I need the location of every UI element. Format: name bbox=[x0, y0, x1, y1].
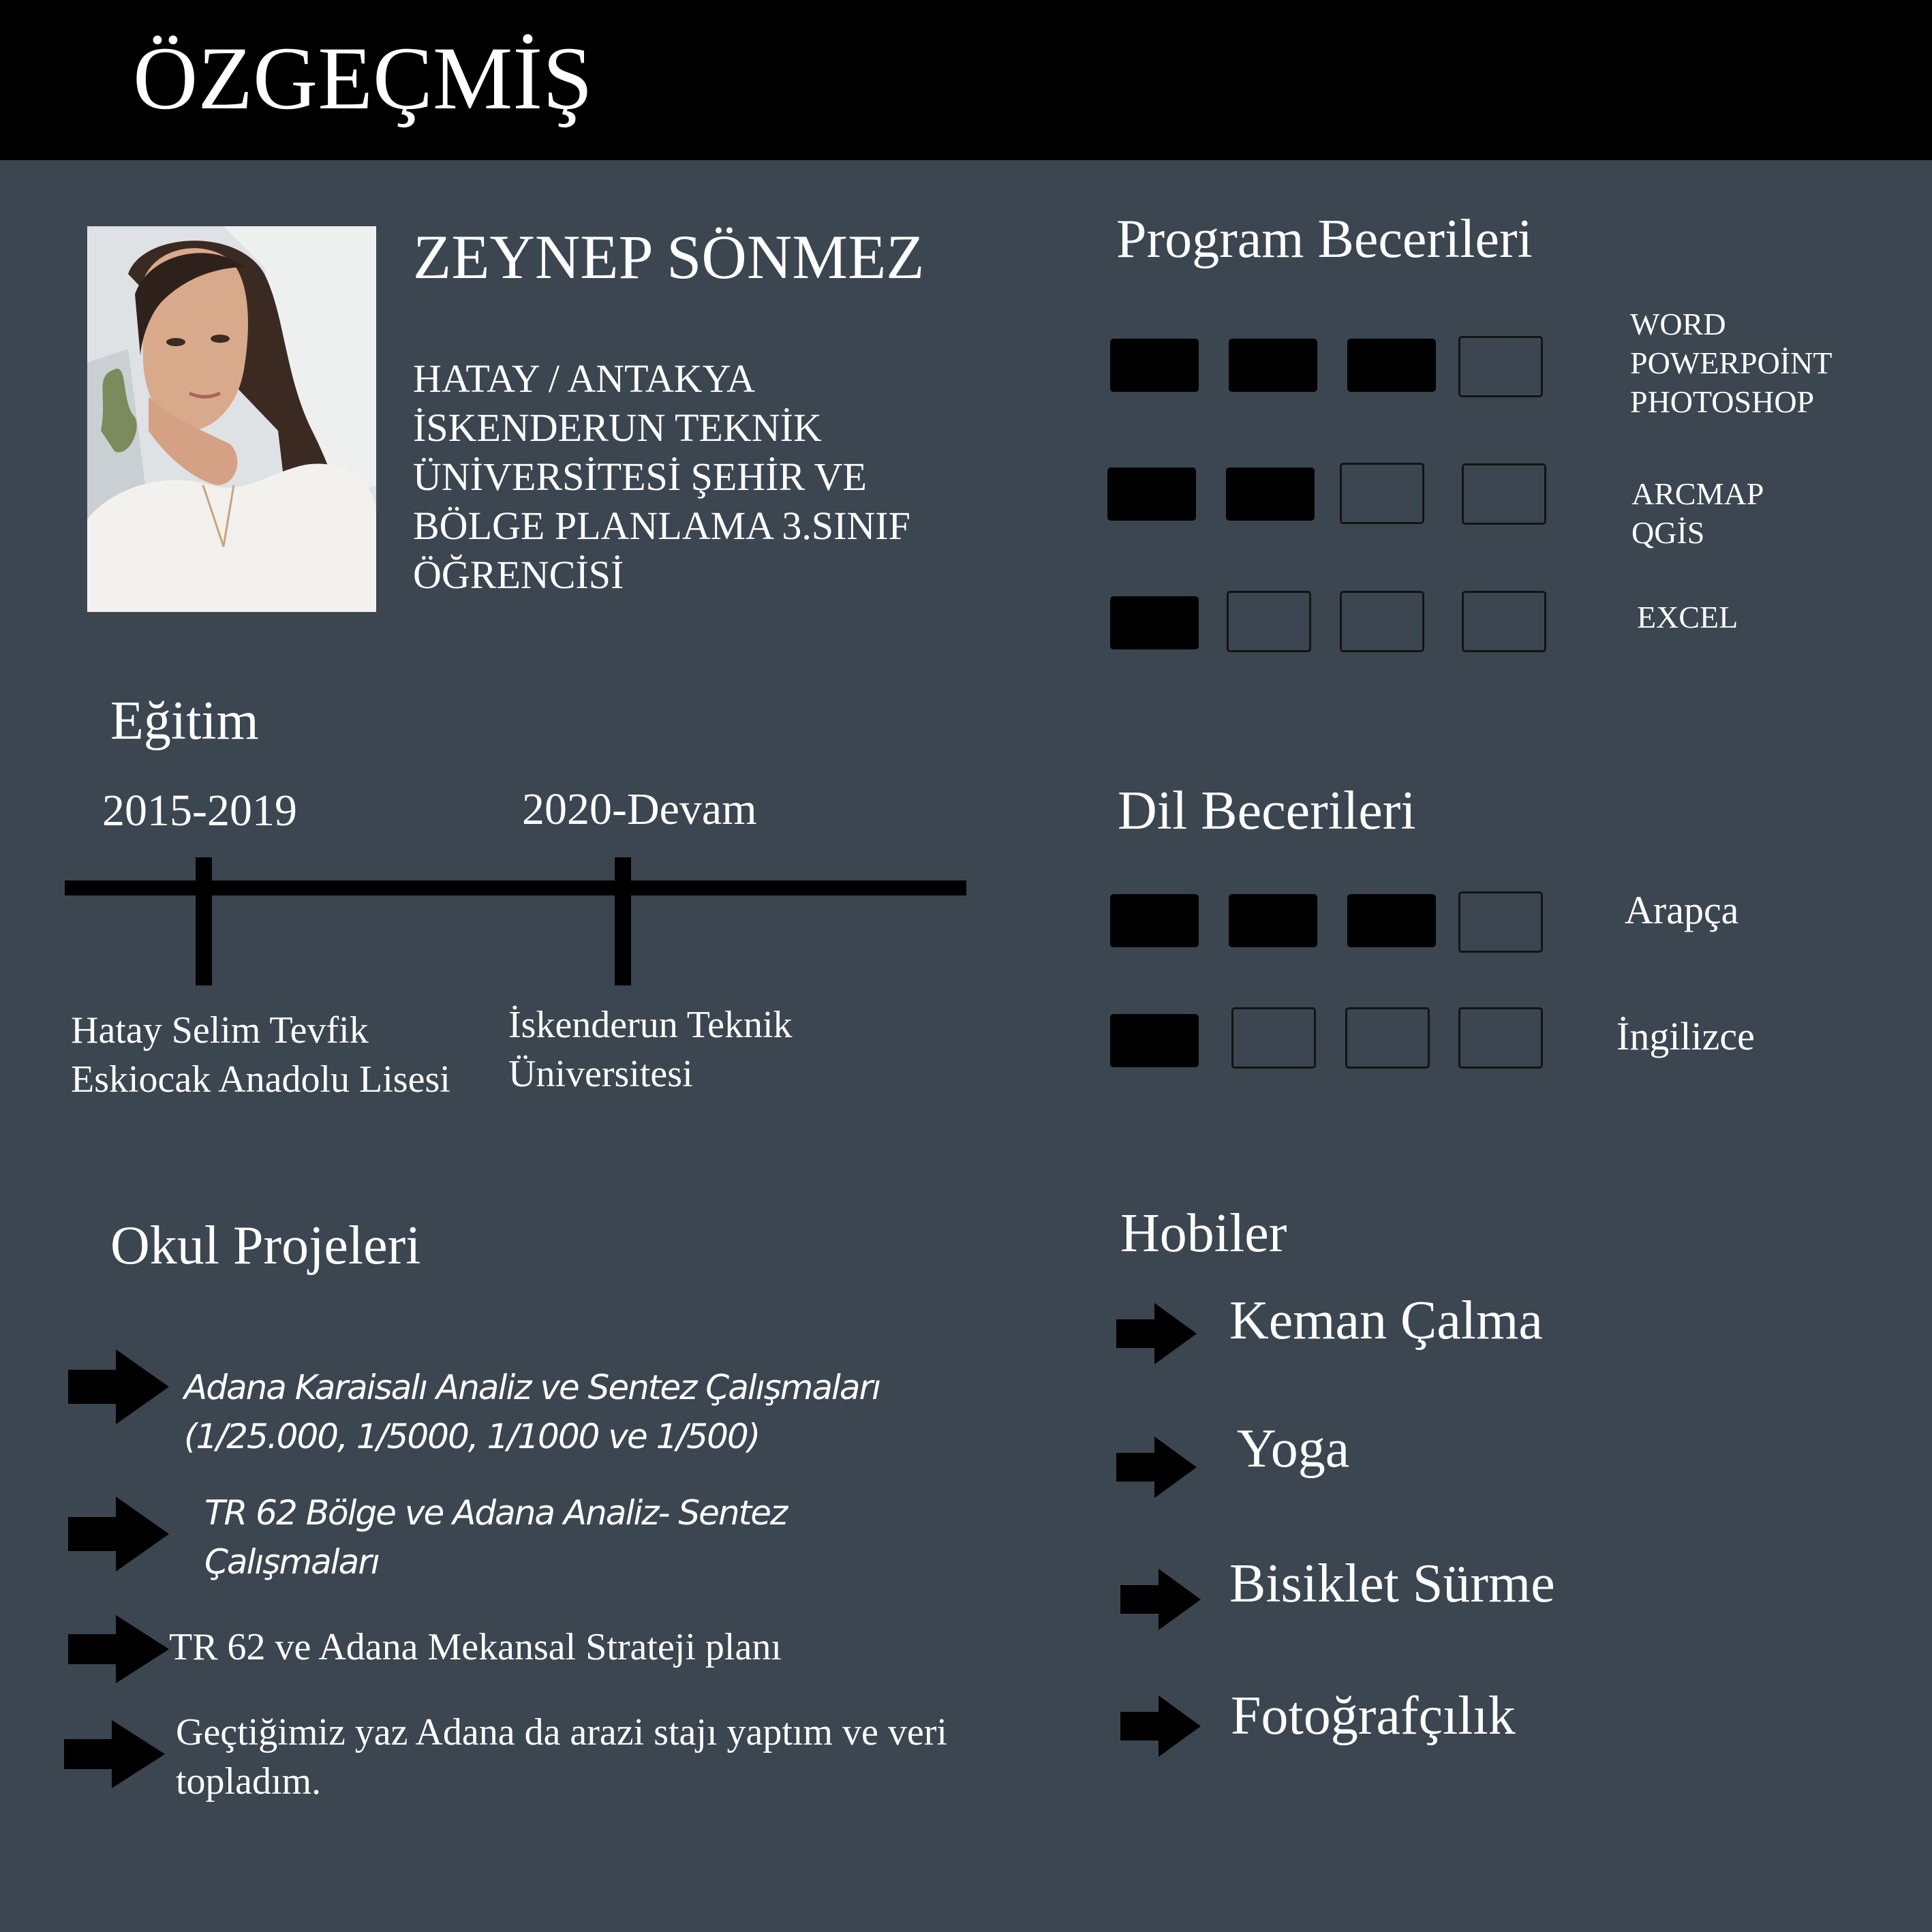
arrow-right-icon bbox=[68, 1349, 169, 1424]
info-line: BÖLGE PLANLAMA 3.SINIF bbox=[413, 504, 910, 548]
education-year: 2020-Devam bbox=[522, 784, 757, 834]
school-line: Hatay Selim Tevfik bbox=[71, 1009, 369, 1052]
skill-level-box-filled bbox=[1110, 596, 1199, 649]
arrow-right-icon bbox=[1116, 1303, 1197, 1364]
school-line: İskenderun Teknik bbox=[508, 1004, 793, 1046]
project-item: Geçtiğimiz yaz Adana da arazi stajı yapt… bbox=[176, 1708, 947, 1806]
skill-level-box-filled bbox=[1226, 467, 1315, 521]
skill-label: EXCEL bbox=[1637, 600, 1738, 634]
project-line: TR 62 ve Adana Mekansal Strateji planı bbox=[169, 1626, 782, 1668]
info-line: İSKENDERUN TEKNİK bbox=[413, 405, 822, 450]
education-year: 2015-2019 bbox=[102, 786, 297, 835]
skill-labels: WORD POWERPOİNT PHOTOSHOP bbox=[1630, 305, 1832, 421]
project-item: TR 62 ve Adana Mekansal Strateji planı bbox=[169, 1623, 782, 1672]
skill-level-box-filled bbox=[1107, 467, 1196, 521]
school-line: Eskiocak Anadolu Lisesi bbox=[71, 1058, 450, 1101]
education-title: Eğitim bbox=[110, 691, 259, 751]
project-line: Adana Karaisalı Analiz ve Sentez Çalışma… bbox=[184, 1368, 881, 1407]
profile-photo bbox=[87, 226, 376, 612]
arrow-right-icon bbox=[1116, 1437, 1197, 1498]
hobby-item: Bisiklet Sürme bbox=[1229, 1554, 1555, 1614]
school-line: Üniversitesi bbox=[508, 1053, 693, 1095]
info-line: ÖĞRENCİSİ bbox=[413, 553, 624, 597]
page-title: ÖZGEÇMİŞ bbox=[133, 28, 593, 128]
project-item: TR 62 Bölge ve Adana Analiz- Sentez Çalı… bbox=[204, 1488, 788, 1586]
timeline-tick bbox=[615, 857, 631, 985]
skill-labels: ARCMAP QGİS bbox=[1631, 474, 1764, 552]
project-line: topladım. bbox=[176, 1760, 322, 1803]
language-label: Arapça bbox=[1625, 888, 1739, 932]
skill-label: QGİS bbox=[1631, 515, 1705, 550]
skill-labels: EXCEL bbox=[1637, 598, 1738, 637]
hobby-item: Keman Çalma bbox=[1229, 1291, 1543, 1351]
hobbies-title: Hobiler bbox=[1120, 1203, 1287, 1263]
skill-level-box-empty bbox=[1231, 1007, 1316, 1069]
project-line: (1/25.000, 1/5000, 1/1000 ve 1/500) bbox=[184, 1417, 761, 1456]
project-item: Adana Karaisalı Analiz ve Sentez Çalışma… bbox=[184, 1363, 881, 1461]
skill-label: WORD bbox=[1630, 307, 1726, 341]
skill-level-box-empty bbox=[1340, 591, 1424, 652]
skill-level-box-filled bbox=[1347, 339, 1436, 392]
program-skills-title: Program Becerileri bbox=[1116, 209, 1533, 269]
skill-level-box-filled bbox=[1347, 894, 1436, 947]
skill-level-box-filled bbox=[1229, 339, 1317, 392]
arrow-right-icon bbox=[64, 1720, 165, 1788]
person-info: HATAY / ANTAKYA İSKENDERUN TEKNİK ÜNİVER… bbox=[413, 354, 931, 600]
skill-label: POWERPOİNT bbox=[1630, 346, 1833, 380]
skill-level-box-empty bbox=[1462, 591, 1546, 652]
skill-label: PHOTOSHOP bbox=[1630, 384, 1815, 419]
arrow-right-icon bbox=[1120, 1569, 1201, 1630]
arrow-right-icon bbox=[68, 1497, 169, 1571]
skill-level-box-filled bbox=[1110, 1014, 1199, 1067]
hobby-item: Fotoğrafçılık bbox=[1231, 1686, 1516, 1746]
hobby-item: Yoga bbox=[1237, 1419, 1350, 1479]
skill-level-box-filled bbox=[1229, 894, 1317, 947]
skill-level-box-empty bbox=[1458, 1007, 1543, 1069]
info-line: HATAY / ANTAKYA bbox=[413, 356, 756, 401]
timeline-tick bbox=[196, 857, 212, 985]
skill-label: ARCMAP bbox=[1631, 476, 1764, 511]
education-school: İskenderun Teknik Üniversitesi bbox=[508, 1000, 793, 1099]
skill-level-box-empty bbox=[1458, 891, 1543, 953]
project-line: TR 62 Bölge ve Adana Analiz- Sentez bbox=[204, 1493, 788, 1533]
language-label: İngilizce bbox=[1616, 1014, 1755, 1058]
language-skills-title: Dil Becerileri bbox=[1118, 781, 1416, 841]
arrow-right-icon bbox=[1120, 1696, 1201, 1757]
skill-level-box-empty bbox=[1227, 591, 1311, 652]
skill-level-box-empty bbox=[1462, 463, 1546, 525]
project-line: Geçtiğimiz yaz Adana da arazi stajı yapt… bbox=[176, 1711, 947, 1753]
skill-level-box-empty bbox=[1458, 336, 1543, 397]
skill-level-box-empty bbox=[1340, 463, 1424, 524]
skill-level-box-filled bbox=[1110, 894, 1199, 947]
project-line: Çalışmaları bbox=[204, 1542, 380, 1582]
projects-title: Okul Projeleri bbox=[110, 1216, 421, 1276]
arrow-right-icon bbox=[68, 1615, 169, 1683]
skill-level-box-empty bbox=[1345, 1007, 1430, 1069]
skill-level-box-filled bbox=[1110, 339, 1199, 392]
person-name: ZEYNEP SÖNMEZ bbox=[413, 222, 925, 292]
info-line: ÜNİVERSİTESİ ŞEHİR VE bbox=[413, 455, 867, 499]
education-school: Hatay Selim Tevfik Eskiocak Anadolu Lise… bbox=[71, 1006, 450, 1104]
